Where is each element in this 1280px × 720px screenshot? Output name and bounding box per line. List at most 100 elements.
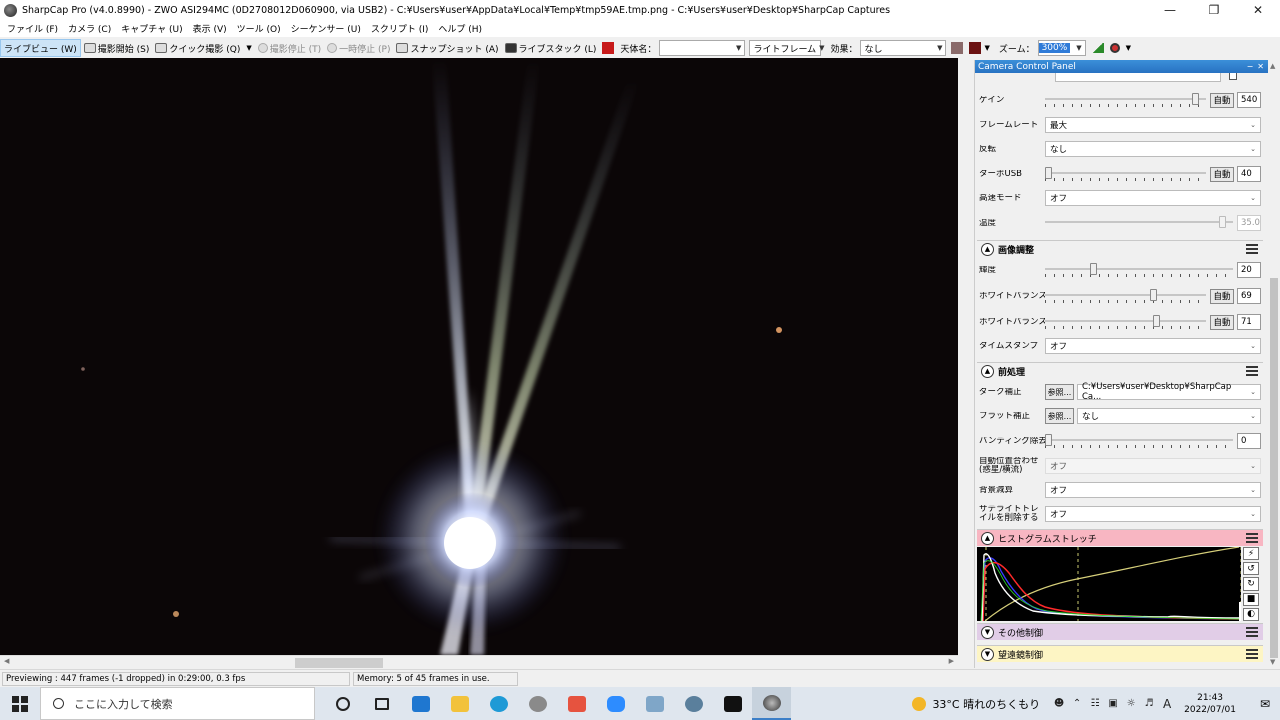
- stop-capture-button[interactable]: 撮影停止 (T): [255, 39, 324, 57]
- live-stack-button[interactable]: ライブスタック (L): [502, 39, 600, 57]
- flip-select[interactable]: なし ⌄: [1045, 141, 1261, 157]
- start-button[interactable]: [0, 687, 40, 720]
- stellarium-app[interactable]: [713, 687, 752, 720]
- pause-button[interactable]: 一時停止 (P): [324, 39, 393, 57]
- hamburger-menu-icon[interactable]: [1246, 649, 1258, 659]
- gain-slider-knob[interactable]: [1192, 93, 1200, 105]
- sharpcap-app[interactable]: [752, 687, 791, 720]
- scroll-right-icon[interactable]: ▶: [949, 657, 954, 665]
- notes-app[interactable]: [635, 687, 674, 720]
- night-mode-icon[interactable]: [602, 42, 615, 54]
- vertical-scroll-thumb[interactable]: [1270, 278, 1278, 658]
- turbo-usb-slider-knob[interactable]: [1045, 167, 1052, 179]
- language-globe-icon[interactable]: ☼: [1122, 698, 1140, 709]
- effect-select[interactable]: なし ▼: [860, 40, 947, 56]
- wb-blue-auto-button[interactable]: 自動: [1210, 314, 1234, 330]
- gain-auto-button[interactable]: 自動: [1210, 92, 1234, 108]
- show-hidden-icons-chevron-up-icon[interactable]: ⌃: [1068, 698, 1086, 709]
- network-icon[interactable]: ▣: [1104, 698, 1122, 709]
- turbo-usb-auto-button[interactable]: 自動: [1210, 166, 1234, 182]
- menu-tools[interactable]: ツール (O): [232, 22, 286, 35]
- reset-icon[interactable]: ↺: [1243, 562, 1259, 576]
- turbo-usb-slider[interactable]: [1045, 166, 1206, 182]
- chevron-up-icon[interactable]: ▲: [981, 364, 994, 378]
- hamburger-menu-icon[interactable]: [1246, 627, 1258, 637]
- chevron-up-icon[interactable]: ▲: [981, 242, 994, 256]
- close-icon[interactable]: ✕: [1257, 62, 1264, 71]
- snapshot-button[interactable]: スナップショット (A): [393, 39, 501, 57]
- panel-vertical-scrollbar[interactable]: ▲ ▼: [1268, 60, 1280, 668]
- volume-icon[interactable]: ♬: [1140, 698, 1158, 709]
- histogram-icon[interactable]: [1091, 43, 1104, 53]
- hamburger-menu-icon[interactable]: [1246, 244, 1258, 254]
- hamburger-menu-icon[interactable]: [1246, 533, 1258, 543]
- menu-help[interactable]: ヘルプ (H): [433, 22, 487, 35]
- start-capture-button[interactable]: 撮影開始 (S): [81, 39, 153, 57]
- notification-icon[interactable]: ✉: [1250, 697, 1280, 711]
- zoom-magnifier-icon[interactable]: [1109, 43, 1120, 53]
- banding-value-field[interactable]: 0: [1237, 433, 1261, 449]
- dark-frame-select[interactable]: C:¥Users¥user¥Desktop¥SharpCap Ca... ⌄: [1077, 382, 1261, 402]
- frame-type-select[interactable]: ライトフレーム ▼: [749, 40, 825, 56]
- save-icon[interactable]: ■: [1243, 592, 1259, 606]
- wb-red-auto-button[interactable]: 自動: [1210, 288, 1234, 304]
- chevron-down-icon[interactable]: ▼: [246, 44, 251, 52]
- histogram-display[interactable]: [977, 546, 1242, 622]
- live-preview-image[interactable]: [0, 58, 958, 655]
- wb-blue-slider-knob[interactable]: [1152, 315, 1160, 327]
- timestamp-select[interactable]: オフ ⌄: [1045, 338, 1261, 354]
- dark-browse-button[interactable]: 参照...: [1045, 384, 1074, 400]
- contrast-slider-knob[interactable]: [1090, 263, 1098, 275]
- chevron-down-icon[interactable]: ▼: [981, 625, 994, 639]
- scroll-left-icon[interactable]: ◀: [4, 657, 9, 665]
- store-app[interactable]: [557, 687, 596, 720]
- horizontal-scroll-thumb[interactable]: [295, 658, 383, 668]
- color-swatch-icon[interactable]: [951, 42, 964, 54]
- section-other-controls[interactable]: ▼ その他制御: [977, 623, 1263, 640]
- chevron-up-icon[interactable]: ▲: [981, 531, 994, 545]
- people-icon[interactable]: ☻: [1050, 698, 1068, 709]
- high-speed-select[interactable]: オフ ⌄: [1045, 190, 1261, 206]
- minimize-button[interactable]: —: [1148, 0, 1192, 20]
- quick-capture-button[interactable]: クイック撮影 (Q) ▼: [152, 39, 254, 57]
- contrast-value-field[interactable]: 20: [1237, 262, 1261, 278]
- wb-red-value-field[interactable]: 69: [1237, 288, 1261, 304]
- menu-file[interactable]: ファイル (F): [2, 22, 63, 35]
- auto-align-select[interactable]: オフ ⌄: [1045, 458, 1261, 474]
- chrome-app[interactable]: [518, 687, 557, 720]
- file-explorer-app[interactable]: [440, 687, 479, 720]
- color-swatch-icon[interactable]: [969, 42, 982, 54]
- zoom-select[interactable]: 300% ▼: [1037, 40, 1086, 56]
- wb-blue-slider[interactable]: [1045, 314, 1206, 330]
- weather-widget[interactable]: 33°C 晴れのちくもり: [912, 696, 1040, 712]
- pin-icon[interactable]: −: [1247, 62, 1254, 71]
- gain-slider[interactable]: [1045, 92, 1206, 108]
- background-subtract-select[interactable]: オフ ⌄: [1045, 482, 1261, 498]
- menu-view[interactable]: 表示 (V): [188, 22, 232, 35]
- reset-small-icon[interactable]: ↻: [1243, 577, 1259, 591]
- section-histogram-stretch[interactable]: ▲ ヒストグラムストレッチ: [977, 529, 1263, 546]
- partial-checkbox[interactable]: [1229, 73, 1237, 80]
- menu-scripting[interactable]: スクリプト (I): [366, 22, 434, 35]
- task-view-button[interactable]: [362, 687, 401, 720]
- ime-indicator[interactable]: A: [1158, 697, 1176, 711]
- tool-app[interactable]: [674, 687, 713, 720]
- cortana-button[interactable]: [323, 687, 362, 720]
- lightning-icon[interactable]: ⚡: [1243, 547, 1259, 561]
- chevron-down-icon[interactable]: ▼: [1126, 44, 1131, 52]
- chevron-down-icon[interactable]: ▼: [984, 44, 989, 52]
- horizontal-scrollbar[interactable]: ◀ ▶: [0, 655, 958, 669]
- banding-slider[interactable]: [1045, 433, 1233, 449]
- gain-value-field[interactable]: 540: [1237, 92, 1261, 108]
- wb-red-slider[interactable]: [1045, 288, 1206, 304]
- banding-slider-knob[interactable]: [1045, 434, 1052, 446]
- satellite-trail-select[interactable]: オフ ⌄: [1045, 506, 1261, 522]
- bluetooth-icon[interactable]: ☷: [1086, 698, 1104, 709]
- chevron-down-icon[interactable]: ▼: [981, 647, 994, 661]
- mail-app[interactable]: [401, 687, 440, 720]
- scroll-up-icon[interactable]: ▲: [1270, 62, 1275, 70]
- taskbar-search-box[interactable]: ここに入力して検索: [40, 687, 315, 720]
- contrast-slider[interactable]: [1045, 262, 1233, 278]
- taskbar-clock[interactable]: 21:43 2022/07/01: [1184, 692, 1236, 716]
- turbo-usb-value-field[interactable]: 40: [1237, 166, 1261, 182]
